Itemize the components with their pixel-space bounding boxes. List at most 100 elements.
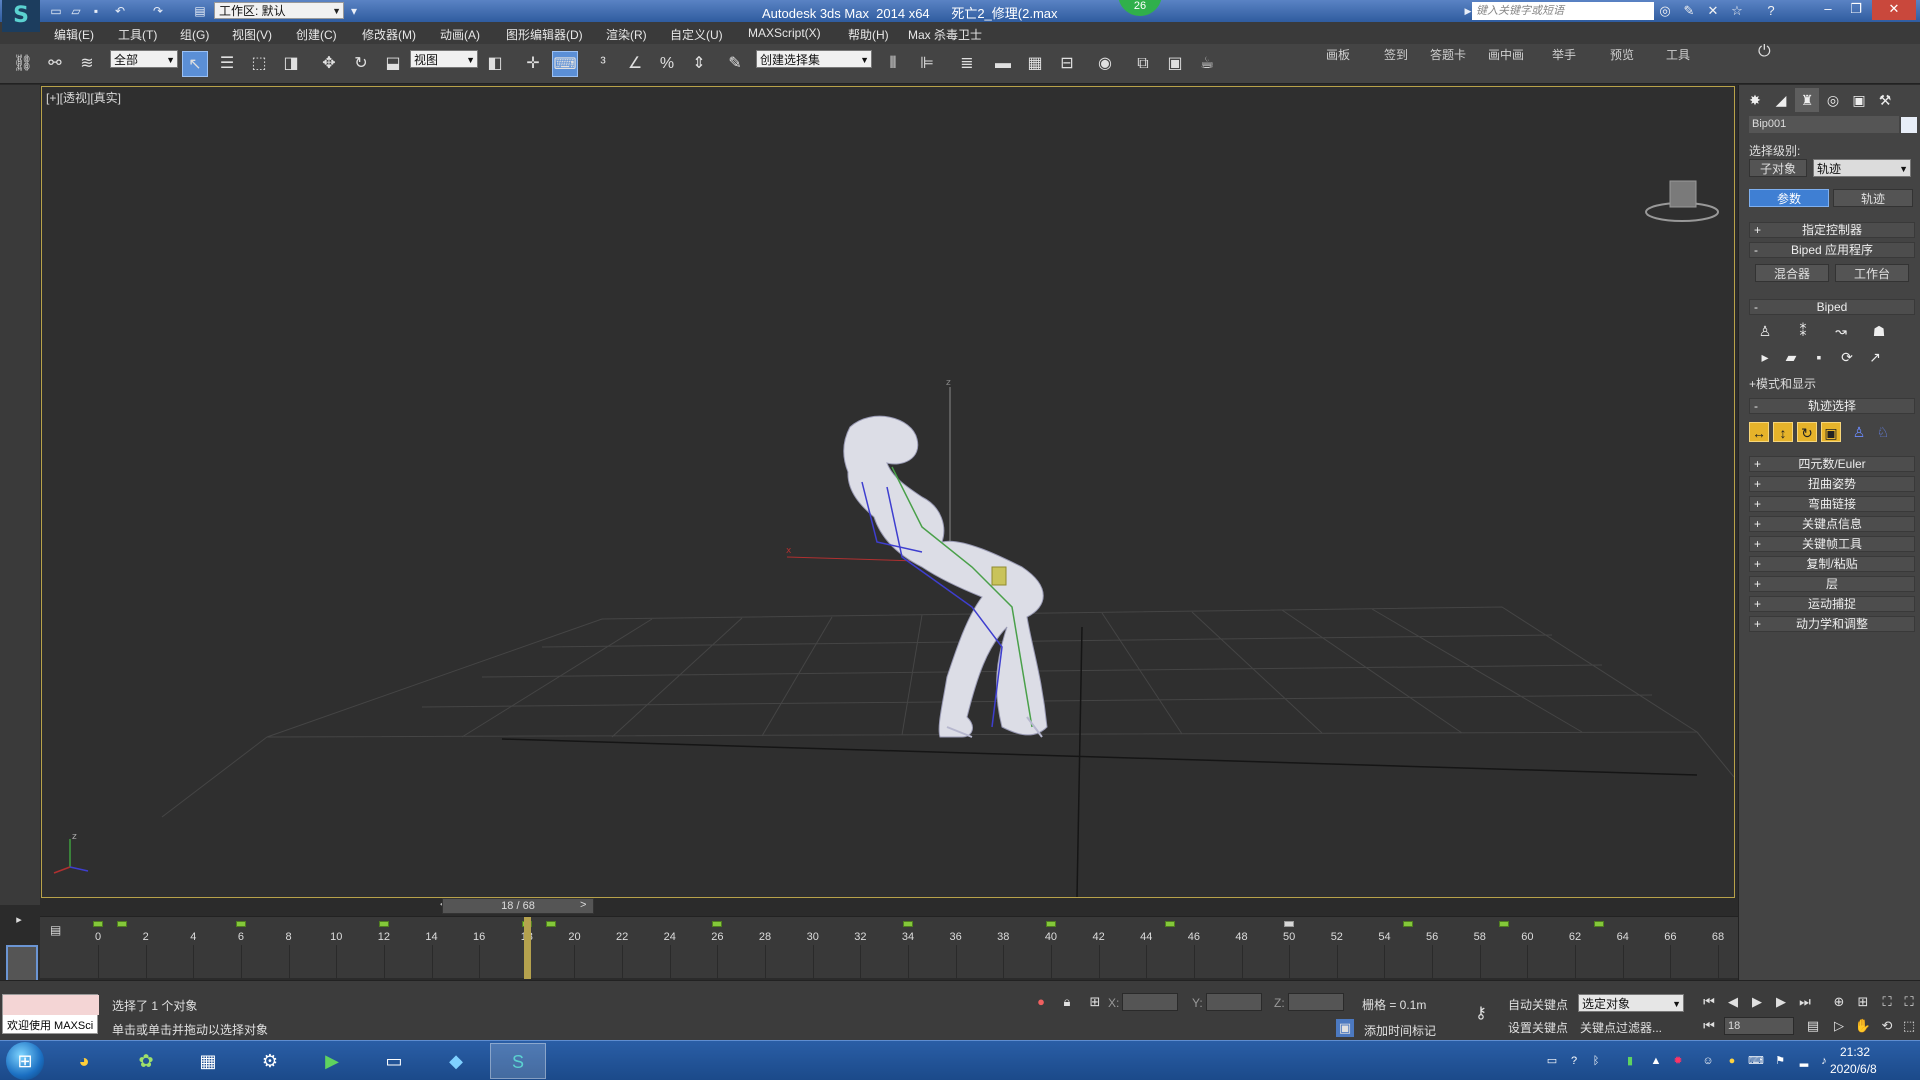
material-editor-icon[interactable]: ◉	[1092, 51, 1118, 77]
object-name-field[interactable]: Bip001	[1749, 116, 1899, 133]
x-coordinate-field[interactable]	[1122, 993, 1178, 1011]
favorites-star-icon[interactable]: ☆	[1728, 3, 1746, 19]
biped-playback-icon[interactable]: ▸	[1755, 347, 1775, 367]
object-color-swatch[interactable]	[1901, 117, 1917, 133]
convert-icon[interactable]: ⟳	[1837, 347, 1857, 367]
current-frame-indicator[interactable]	[523, 917, 531, 979]
media-player-icon[interactable]: ▶	[304, 1043, 360, 1079]
binoculars-icon[interactable]: ◎	[1656, 3, 1674, 19]
animation-key[interactable]	[93, 921, 103, 927]
zoom-icon[interactable]: ⊕	[1830, 993, 1848, 1011]
play-icon[interactable]: ▶	[1748, 993, 1766, 1011]
pivot-center-icon[interactable]: ◧	[482, 51, 508, 77]
selection-lock-icon[interactable]: 🔒︎	[1058, 993, 1076, 1011]
menu-views[interactable]: 视图(V)	[232, 26, 272, 43]
maximize-viewport-icon[interactable]: ⬚	[1900, 1017, 1918, 1035]
search-input[interactable]: 键入关键字或短语	[1472, 2, 1654, 20]
set-key-icon[interactable]: ⚷	[1472, 1005, 1490, 1023]
tray-security-icon[interactable]: ✹	[1670, 1053, 1686, 1069]
track-bar-menu-icon[interactable]: ▤	[50, 923, 61, 937]
rollout-copy-paste[interactable]: + 复制/粘贴	[1749, 556, 1915, 572]
close-button[interactable]: ✕	[1872, 0, 1916, 20]
snap-3d-icon[interactable]: ³	[590, 51, 616, 77]
select-and-move-icon[interactable]: ✥	[316, 51, 342, 77]
select-and-rotate-icon[interactable]: ↻	[348, 51, 374, 77]
animation-key[interactable]	[1045, 921, 1056, 927]
rollout-quaternion-euler[interactable]: + 四元数/Euler	[1749, 456, 1915, 472]
start-button[interactable]: ⊞	[6, 1042, 44, 1080]
tray-help-icon[interactable]: ?	[1566, 1053, 1582, 1069]
rollout-biped-apps[interactable]: - Biped 应用程序	[1749, 242, 1915, 258]
named-selection-dropdown[interactable]: 创建选择集 ▼	[756, 50, 872, 68]
reference-coordinate-dropdown[interactable]: 视图 ▼	[410, 50, 478, 68]
body-horizontal-icon[interactable]: ↔	[1749, 422, 1769, 442]
mixer-button[interactable]: 混合器	[1755, 264, 1829, 282]
rollout-biped[interactable]: - Biped	[1749, 299, 1915, 315]
select-and-link-icon[interactable]: ⛓	[10, 51, 36, 77]
new-file-icon[interactable]: ▭	[48, 3, 64, 19]
ribbon-tab-picture-in-picture[interactable]: 画中画	[1488, 46, 1524, 63]
animation-key[interactable]	[712, 921, 723, 927]
layer-manager-icon[interactable]: ≣	[954, 51, 980, 77]
mixer-mode-icon[interactable]: ☗	[1869, 321, 1889, 341]
notification-badge[interactable]: 26	[1118, 0, 1162, 16]
absolute-mode-icon[interactable]: ⊞	[1086, 993, 1104, 1011]
tab-trajectories[interactable]: 轨迹	[1833, 189, 1913, 207]
tray-battery-icon[interactable]: ▮	[1622, 1053, 1638, 1069]
render-teapot-icon[interactable]: ☕	[1194, 51, 1220, 77]
percent-snap-icon[interactable]: %	[654, 51, 680, 77]
tray-qq-icon[interactable]: ☺	[1700, 1053, 1716, 1069]
mirror-icon[interactable]: ⫴	[880, 51, 906, 77]
animation-key[interactable]	[1284, 921, 1295, 927]
tray-signal-icon[interactable]: ▂	[1796, 1053, 1812, 1069]
load-file-icon[interactable]: ▰	[1781, 347, 1801, 367]
rendered-frame-window-icon[interactable]: ▣	[1162, 51, 1188, 77]
tray-network-icon[interactable]: ▭	[1544, 1053, 1560, 1069]
lock-cob-keys-icon[interactable]: ▣	[1821, 422, 1841, 442]
tab-parameters[interactable]: 参数	[1749, 189, 1829, 207]
power-icon[interactable]: ⏻	[1758, 43, 1771, 61]
animation-key[interactable]	[1593, 921, 1604, 927]
y-coordinate-field[interactable]	[1206, 993, 1262, 1011]
isolate-selection-icon[interactable]: ●	[1032, 993, 1050, 1011]
animation-key[interactable]	[545, 921, 556, 927]
previous-frame-icon[interactable]: ◀	[1724, 993, 1742, 1011]
menu-edit[interactable]: 编辑(E)	[54, 26, 94, 43]
zoom-extents-all-icon[interactable]: ⛶	[1900, 993, 1918, 1011]
current-frame-field[interactable]: 18	[1724, 1017, 1794, 1035]
workbench-button[interactable]: 工作台	[1835, 264, 1909, 282]
workspace-dropdown[interactable]: 工作区: 默认 ▼	[214, 2, 344, 19]
set-key-button[interactable]: 设置关键点	[1508, 1019, 1568, 1036]
spinner-snap-icon[interactable]: ⇕	[686, 51, 712, 77]
motion-tab-icon[interactable]: ◎	[1821, 88, 1845, 112]
clover-app-icon[interactable]: ✿	[118, 1043, 174, 1079]
motion-flow-icon[interactable]: ↝	[1831, 321, 1851, 341]
menu-maxscript[interactable]: MAXScript(X)	[748, 26, 821, 40]
z-coordinate-field[interactable]	[1288, 993, 1344, 1011]
track-bar[interactable]: ▤ 02468101214161820222426283032343638404…	[40, 916, 1738, 979]
ribbon-tab-checkin[interactable]: 签到	[1384, 46, 1408, 63]
3dsmax-taskbar-icon[interactable]: S	[490, 1043, 546, 1079]
keyboard-shortcut-override-icon[interactable]: ⌨	[552, 51, 578, 77]
tray-bluetooth-icon[interactable]: ᛒ	[1588, 1053, 1604, 1069]
figure-mode-icon[interactable]: ♙	[1755, 321, 1775, 341]
unlink-icon[interactable]: ⚯	[42, 51, 68, 77]
key-filters-button[interactable]: 关键点过滤器...	[1580, 1019, 1662, 1036]
animation-key[interactable]	[903, 921, 913, 927]
opposite-icon[interactable]: ♘	[1873, 422, 1893, 442]
key-mode-dropdown[interactable]: 选定对象 ▼	[1578, 994, 1684, 1012]
select-and-manipulate-icon[interactable]: ✛	[520, 51, 546, 77]
body-vertical-icon[interactable]: ↕	[1773, 422, 1793, 442]
animation-key[interactable]	[116, 921, 127, 927]
chevron-down-icon[interactable]: ▾	[346, 3, 362, 19]
sub-object-dropdown[interactable]: 轨迹 ▼	[1813, 159, 1911, 177]
menu-max-antivirus[interactable]: Max 杀毒卫士	[908, 26, 982, 43]
menu-group[interactable]: 组(G)	[180, 26, 209, 43]
hierarchy-tab-icon[interactable]: ♜	[1795, 88, 1819, 112]
help-icon[interactable]: ?	[1762, 3, 1780, 19]
remote-class-app-icon[interactable]: ◆	[428, 1043, 484, 1079]
time-tag-icon[interactable]: ▣	[1336, 1019, 1354, 1037]
rollout-key-info[interactable]: + 关键点信息	[1749, 516, 1915, 532]
rollout-twist-poses[interactable]: + 扭曲姿势	[1749, 476, 1915, 492]
field-of-view-icon[interactable]: ▷	[1830, 1017, 1848, 1035]
